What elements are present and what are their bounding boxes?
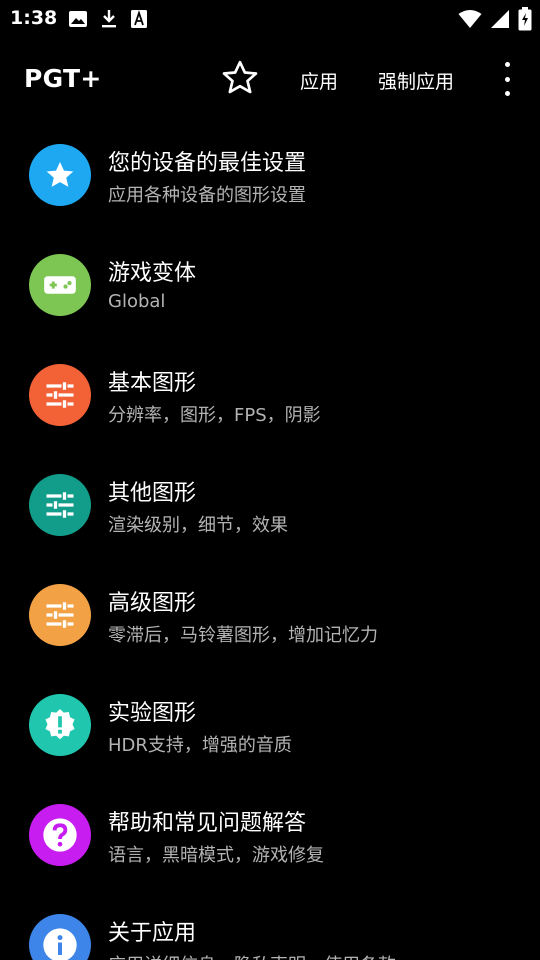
list-item-subtitle: 应用各种设备的图形设置 [108,185,306,206]
list-item-subtitle: 分辨率，图形，FPS，阴影 [108,405,321,426]
list-item-title: 您的设备的最佳设置 [108,151,307,176]
list-item-game-variant[interactable]: 游戏变体 Global [0,230,540,340]
list-item-title: 游戏变体 [108,261,197,286]
list-item-title: 其他图形 [108,481,197,506]
list-item-subtitle: 渲染级别，细节，效果 [108,515,288,536]
status-bar: 1:38 [0,0,540,38]
list-item-title: 实验图形 [108,701,197,726]
menu-list: 您的设备的最佳设置 应用各种设备的图形设置 游戏变体 Global 基本图形 分… [0,120,540,960]
list-item-subtitle: 语言，黑暗模式，游戏修复 [108,845,324,866]
wifi-icon [458,9,482,33]
favorite-button[interactable] [220,58,260,98]
sliders-icon [29,584,91,646]
sliders-icon [29,364,91,426]
screen: 1:38 PGT+ 应用 强制应用 您的设备的最佳设置 应用各种设备的图形设置 … [0,0,540,960]
status-system-icons [458,7,532,35]
status-notification-icons [68,9,148,33]
font-a-icon [130,9,148,33]
list-item-subtitle: HDR支持，增强的音质 [108,735,292,756]
list-item-title: 关于应用 [108,921,197,946]
gamepad-icon [29,254,91,316]
alert-badge-icon [29,694,91,756]
signal-icon [490,9,510,33]
status-time: 1:38 [10,7,58,29]
help-icon [29,804,91,866]
more-vert-icon[interactable] [496,62,518,96]
list-item-title: 基本图形 [108,371,197,396]
list-item-title: 帮助和常见问题解答 [108,811,307,836]
app-title: PGT+ [24,64,102,93]
list-item-title: 高级图形 [108,591,197,616]
star-icon [29,144,91,206]
list-item-help-faq[interactable]: 帮助和常见问题解答 语言，黑暗模式，游戏修复 [0,780,540,890]
list-item-basic-graphics[interactable]: 基本图形 分辨率，图形，FPS，阴影 [0,340,540,450]
list-item-advanced-graphics[interactable]: 高级图形 零滞后，马铃薯图形，增加记忆力 [0,560,540,670]
apply-button[interactable]: 应用 [300,67,338,94]
list-item-subtitle: Global [108,291,166,312]
info-icon [29,914,91,960]
image-icon [68,10,88,32]
app-bar: PGT+ 应用 强制应用 [0,40,540,118]
star-outline-icon [222,60,258,94]
force-apply-button[interactable]: 强制应用 [378,67,454,94]
list-item-other-graphics[interactable]: 其他图形 渲染级别，细节，效果 [0,450,540,560]
list-item-subtitle: 应用详细信息，隐私声明，使用条款 [108,951,396,960]
list-item-best-settings[interactable]: 您的设备的最佳设置 应用各种设备的图形设置 [0,120,540,230]
list-item-about-app[interactable]: 关于应用 应用详细信息，隐私声明，使用条款 [0,890,540,960]
battery-charging-icon [518,7,532,35]
download-icon [100,9,118,33]
list-item-subtitle: 零滞后，马铃薯图形，增加记忆力 [108,625,378,646]
sliders-icon [29,474,91,536]
list-item-experimental-graphics[interactable]: 实验图形 HDR支持，增强的音质 [0,670,540,780]
